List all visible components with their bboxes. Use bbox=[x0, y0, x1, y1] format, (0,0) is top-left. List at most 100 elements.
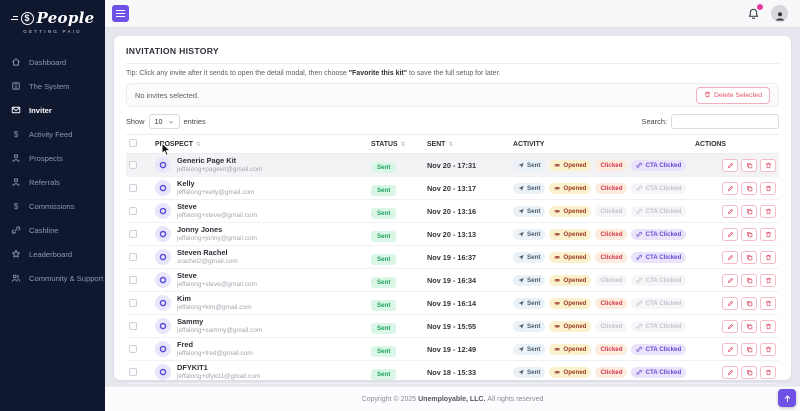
delete-button[interactable] bbox=[760, 227, 776, 241]
eye-icon bbox=[554, 323, 561, 330]
row-checkbox[interactable] bbox=[129, 184, 137, 192]
copy-button[interactable] bbox=[741, 365, 757, 379]
edit-button[interactable] bbox=[722, 158, 738, 172]
activity-badge-sent: Sent bbox=[513, 251, 546, 263]
pencil-icon bbox=[727, 208, 734, 215]
pencil-icon bbox=[727, 254, 734, 261]
delete-button[interactable] bbox=[760, 296, 776, 310]
table-row[interactable]: DFYKIT1 jeffalong+dfykit1@gmail.com Sent… bbox=[126, 360, 779, 384]
trash-icon bbox=[765, 254, 772, 261]
copy-button[interactable] bbox=[741, 250, 757, 264]
table-row[interactable]: Steve jeffalong+steve@gmail.com Sent Nov… bbox=[126, 199, 779, 223]
edit-button[interactable] bbox=[722, 181, 738, 195]
sidebar-item-referrals[interactable]: Referrals bbox=[0, 170, 105, 194]
table-row[interactable]: Steven Rachel srachel2@gmail.com Sent No… bbox=[126, 245, 779, 269]
pencil-icon bbox=[727, 277, 734, 284]
edit-button[interactable] bbox=[722, 342, 738, 356]
logo-dollar-coin-icon: $ bbox=[20, 11, 34, 25]
edit-button[interactable] bbox=[722, 296, 738, 310]
table-row[interactable]: Fred jeffalong+fred@gmail.com Sent Nov 1… bbox=[126, 337, 779, 361]
copyright-footer: Copyright © 2025 Unemployable, LLC. All … bbox=[105, 386, 800, 411]
user-avatar[interactable] bbox=[771, 5, 788, 22]
edit-button[interactable] bbox=[722, 227, 738, 241]
row-checkbox[interactable] bbox=[129, 161, 137, 169]
row-checkbox[interactable] bbox=[129, 207, 137, 215]
copy-button[interactable] bbox=[741, 227, 757, 241]
edit-button[interactable] bbox=[722, 250, 738, 264]
delete-button[interactable] bbox=[760, 319, 776, 333]
app-logo[interactable]: $ People GETTING PAID bbox=[0, 0, 105, 38]
copy-button[interactable] bbox=[741, 204, 757, 218]
delete-button[interactable] bbox=[760, 158, 776, 172]
table-row[interactable]: Steve jeffalong+steve@gmail.com Sent Nov… bbox=[126, 268, 779, 292]
search-input[interactable] bbox=[671, 114, 779, 129]
select-all-checkbox[interactable] bbox=[129, 139, 137, 147]
table-row[interactable]: Generic Page Kit jeffalong+pagekit@gmail… bbox=[126, 153, 779, 177]
sent-timestamp: Nov 19 - 15:55 bbox=[424, 314, 510, 338]
row-checkbox[interactable] bbox=[129, 253, 137, 261]
copy-button[interactable] bbox=[741, 158, 757, 172]
copy-button[interactable] bbox=[741, 319, 757, 333]
prospect-email: srachel2@gmail.com bbox=[177, 257, 238, 265]
table-row[interactable]: Jonny Jones jeffalong+jonny@gmail.com Se… bbox=[126, 222, 779, 246]
copy-button[interactable] bbox=[741, 342, 757, 356]
column-header-status[interactable]: STATUS ⇅ bbox=[368, 134, 424, 154]
activity-badge-sent: Sent bbox=[513, 343, 546, 355]
activity-badge-sent: Sent bbox=[513, 320, 546, 332]
copy-button[interactable] bbox=[741, 273, 757, 287]
sidebar-item-cashline[interactable]: Cashline bbox=[0, 218, 105, 242]
table-row[interactable]: Kim jeffalong+kim@gmail.com Sent Nov 19 … bbox=[126, 291, 779, 315]
table-row[interactable]: Sammy jeffalong+sammy@gmail.com Sent Nov… bbox=[126, 314, 779, 338]
copy-button[interactable] bbox=[741, 296, 757, 310]
activity-badge-opened: Opened bbox=[549, 182, 592, 194]
page-size-select[interactable]: 10 bbox=[148, 114, 180, 129]
edit-button[interactable] bbox=[722, 204, 738, 218]
chain-icon bbox=[636, 369, 643, 376]
edit-button[interactable] bbox=[722, 319, 738, 333]
notifications-bell-icon[interactable] bbox=[747, 2, 764, 21]
scroll-to-top-button[interactable] bbox=[778, 389, 796, 407]
column-header-sent[interactable]: SENT ⇅ bbox=[424, 134, 510, 154]
sidebar-item-prospects[interactable]: Prospects bbox=[0, 146, 105, 170]
copy-icon bbox=[746, 323, 753, 330]
status-badge: Sent bbox=[371, 185, 397, 196]
menu-button[interactable] bbox=[112, 5, 129, 22]
delete-button[interactable] bbox=[760, 365, 776, 379]
prospect-name: Fred bbox=[177, 340, 194, 350]
sidebar-item-inviter[interactable]: Inviter bbox=[0, 98, 105, 122]
edit-button[interactable] bbox=[722, 273, 738, 287]
table-row[interactable]: Kelly jeffalong+kelly@gmail.com Sent Nov… bbox=[126, 176, 779, 200]
activity-badge-cta: CTA Clicked bbox=[631, 343, 687, 355]
paper-plane-icon bbox=[518, 254, 525, 261]
sidebar-item-dashboard[interactable]: Dashboard bbox=[0, 50, 105, 74]
edit-button[interactable] bbox=[722, 365, 738, 379]
chain-icon bbox=[636, 162, 643, 169]
activity-badge-cta: CTA Clicked bbox=[631, 228, 687, 240]
prospect-avatar-icon bbox=[155, 249, 171, 265]
pencil-icon bbox=[727, 346, 734, 353]
delete-button[interactable] bbox=[760, 204, 776, 218]
row-checkbox[interactable] bbox=[129, 276, 137, 284]
delete-button[interactable] bbox=[760, 181, 776, 195]
row-checkbox[interactable] bbox=[129, 299, 137, 307]
sidebar-item-activity-feed[interactable]: $ Activity Feed bbox=[0, 122, 105, 146]
sidebar-item-community-support[interactable]: Community & Support bbox=[0, 266, 105, 290]
row-checkbox[interactable] bbox=[129, 322, 137, 330]
row-checkbox[interactable] bbox=[129, 230, 137, 238]
delete-selected-button[interactable]: Delete Selected bbox=[696, 86, 770, 104]
sidebar-item-commissions[interactable]: $ Commissions bbox=[0, 194, 105, 218]
sidebar-item-leaderboard[interactable]: Leaderboard bbox=[0, 242, 105, 266]
copy-button[interactable] bbox=[741, 181, 757, 195]
delete-button[interactable] bbox=[760, 273, 776, 287]
sidebar-item-the-system[interactable]: The System bbox=[0, 74, 105, 98]
paper-plane-icon bbox=[518, 277, 525, 284]
delete-button[interactable] bbox=[760, 250, 776, 264]
chain-icon bbox=[636, 346, 643, 353]
delete-button[interactable] bbox=[760, 342, 776, 356]
column-header-activity: ACTIVITY bbox=[510, 134, 692, 154]
activity-badge-opened: Opened bbox=[549, 251, 592, 263]
column-header-prospect[interactable]: PROSPECT ⇅ bbox=[152, 134, 368, 154]
row-checkbox[interactable] bbox=[129, 345, 137, 353]
row-checkbox[interactable] bbox=[129, 368, 137, 376]
activity-badge-clicked: Clicked bbox=[595, 205, 628, 217]
